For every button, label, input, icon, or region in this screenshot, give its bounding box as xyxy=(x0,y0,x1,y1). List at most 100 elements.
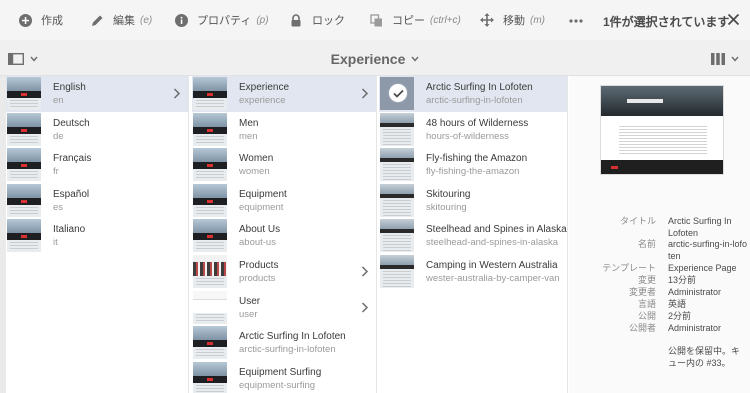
page-thumbnail xyxy=(193,183,227,217)
column-item[interactable]: Italiano it xyxy=(6,218,188,254)
column-item[interactable]: Skitouring skitouring xyxy=(379,183,567,219)
column-item[interactable]: User user xyxy=(192,290,376,326)
properties-label: プロパティ xyxy=(197,15,252,27)
column-item[interactable]: Arctic Surfing In Lofoten arctic-surfing-… xyxy=(192,325,376,361)
close-selection-button[interactable] xyxy=(727,13,741,27)
page-thumbnail xyxy=(380,148,414,182)
chevron-down-icon xyxy=(411,49,419,65)
item-name: women xyxy=(239,166,270,178)
copy-icon xyxy=(369,13,383,27)
page-thumbnail xyxy=(380,219,414,253)
item-name: men xyxy=(239,130,258,142)
column-item[interactable]: Español es xyxy=(6,183,188,219)
column-item[interactable]: Français fr xyxy=(6,147,188,183)
column-item[interactable]: About Us about-us xyxy=(192,218,376,254)
column-item[interactable]: Men men xyxy=(192,112,376,148)
meta-label: タイトル xyxy=(619,216,656,226)
column-item[interactable]: Experience experience xyxy=(192,76,376,112)
item-title: 48 hours of Wilderness xyxy=(426,117,529,129)
page-title[interactable]: Experience xyxy=(0,49,750,67)
column-experiences: Arctic Surfing In Lofoten arctic-surfing-… xyxy=(379,76,568,393)
page-thumbnail xyxy=(193,361,227,393)
column-item[interactable]: Products products xyxy=(192,254,376,290)
item-name: products xyxy=(239,272,276,284)
meta-label: 変更者 xyxy=(628,287,656,297)
page-thumbnail xyxy=(7,112,41,146)
item-title: Fly-fishing the Amazon xyxy=(426,153,528,165)
item-title: Skitouring xyxy=(426,188,471,200)
more-icon xyxy=(569,14,583,26)
create-button[interactable]: 作成 xyxy=(18,0,63,40)
page-thumbnail xyxy=(193,326,227,360)
item-title: Equipment xyxy=(239,188,287,200)
column-item[interactable]: Steelhead and Spines in Alaska steelhead-… xyxy=(379,218,567,254)
item-title: Steelhead and Spines in Alaska xyxy=(426,224,567,236)
lock-button[interactable]: ロック xyxy=(289,0,345,40)
item-name: it xyxy=(53,237,58,249)
info-icon xyxy=(174,13,188,27)
item-title: User xyxy=(239,295,261,307)
item-title: Arctic Surfing In Lofoten xyxy=(426,82,533,93)
selected-check-icon[interactable] xyxy=(388,83,408,103)
meta-value: 2分前 xyxy=(668,311,692,321)
page-thumbnail xyxy=(193,290,227,324)
meta-label: 変更 xyxy=(637,275,656,285)
pencil-icon xyxy=(90,13,104,27)
column-item[interactable]: Equipment Surfing equipment-surfing xyxy=(192,361,376,393)
meta-label: テンプレート xyxy=(602,263,656,273)
item-name: skitouring xyxy=(426,201,467,213)
edit-label: 編集 xyxy=(113,15,135,27)
action-bar: 作成 編集 (e) プロパティ (p) ロック コピー (ctrl+c) 移動 … xyxy=(0,0,750,40)
close-icon xyxy=(727,13,740,26)
item-name: fr xyxy=(53,166,59,178)
item-name: de xyxy=(53,130,64,142)
page-thumbnail xyxy=(380,112,414,146)
item-title: Français xyxy=(53,153,92,165)
item-name: es xyxy=(53,201,64,213)
edit-button[interactable]: 編集 (e) xyxy=(90,0,152,40)
plus-circle-icon xyxy=(18,13,32,27)
page-thumbnail xyxy=(7,77,41,110)
meta-label: 公開者 xyxy=(628,323,656,333)
column-view-icon xyxy=(711,53,725,65)
column-item[interactable]: English en xyxy=(6,76,188,112)
item-name: wester-australia-by-camper-van xyxy=(426,272,560,284)
page-thumbnail xyxy=(380,183,414,217)
chevron-right-icon xyxy=(361,88,369,99)
column-item[interactable]: Deutsch de xyxy=(6,112,188,148)
properties-button[interactable]: プロパティ (p) xyxy=(174,0,269,40)
selection-count: 1件が選択されています xyxy=(603,15,730,29)
chevron-down-icon xyxy=(731,56,739,62)
more-button[interactable] xyxy=(569,0,583,40)
item-name: user xyxy=(239,308,258,320)
move-button[interactable]: 移動 (m) xyxy=(480,0,545,40)
item-title: Products xyxy=(239,259,279,271)
item-title: English xyxy=(53,82,86,93)
column-item[interactable]: 48 hours of Wilderness hours-of-wildernes… xyxy=(379,112,567,148)
item-title: Men xyxy=(239,117,259,129)
column-languages: English en Deutsch de Français fr Español es… xyxy=(6,76,189,393)
item-name: equipment xyxy=(239,201,284,213)
meta-value: 英語 xyxy=(668,299,687,309)
meta-value: arctic-surfing-in-lofoten xyxy=(668,239,748,261)
column-item[interactable]: Arctic Surfing In Lofoten arctic-surfing-… xyxy=(379,76,567,112)
item-name: about-us xyxy=(239,237,276,249)
item-title: About Us xyxy=(239,224,281,236)
lock-label: ロック xyxy=(312,15,345,27)
column-item[interactable]: Women women xyxy=(192,147,376,183)
item-title: Equipment Surfing xyxy=(239,366,322,378)
item-name: steelhead-and-spines-in-alaska xyxy=(426,237,559,249)
item-title: Deutsch xyxy=(53,117,90,129)
item-title: Italiano xyxy=(53,224,86,236)
meta-label: 言語 xyxy=(637,299,656,309)
item-name: hours-of-wilderness xyxy=(426,130,509,142)
meta-panel: タイトル Arctic Surfing In Lofoten 名前 arctic… xyxy=(569,76,750,393)
page-thumbnail xyxy=(7,148,41,182)
item-name: experience xyxy=(239,95,286,106)
column-item[interactable]: Equipment equipment xyxy=(192,183,376,219)
meta-value: Administrator xyxy=(668,323,722,333)
copy-button[interactable]: コピー (ctrl+c) xyxy=(369,0,461,40)
view-toggle-button[interactable] xyxy=(711,52,743,66)
column-item[interactable]: Fly-fishing the Amazon fly-fishing-the-am… xyxy=(379,147,567,183)
column-item[interactable]: Camping in Western Australia wester-austr… xyxy=(379,254,567,290)
